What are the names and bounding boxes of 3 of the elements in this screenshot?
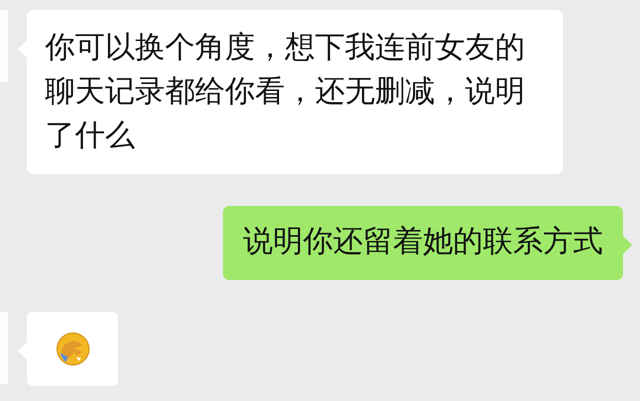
message-bubble: 你可以换个角度，想下我连前女友的聊天记录都给你看，还无删减，说明了什么: [27, 10, 563, 174]
message-bubble: 说明你还留着她的联系方式: [223, 206, 623, 280]
facepalm-emoji-icon: [56, 332, 90, 366]
